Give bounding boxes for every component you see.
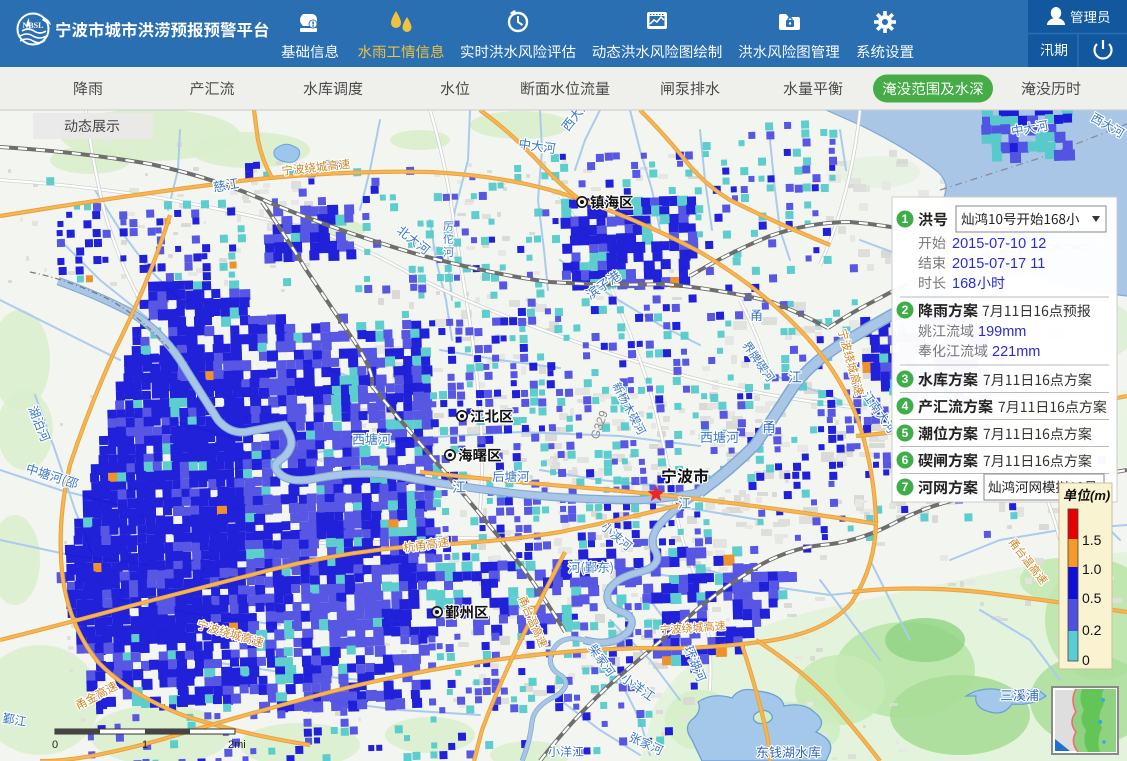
svg-text:0: 0 xyxy=(52,739,58,751)
svg-text:1.0: 1.0 xyxy=(1082,561,1102,577)
svg-text:2mi: 2mi xyxy=(228,739,246,751)
svg-text:221mm: 221mm xyxy=(992,344,1040,360)
svg-text:4: 4 xyxy=(902,399,909,413)
svg-text:168: 168 xyxy=(952,276,976,292)
svg-text:0: 0 xyxy=(1082,652,1090,668)
svg-text:1.5: 1.5 xyxy=(1082,532,1102,548)
svg-text:0.2: 0.2 xyxy=(1082,622,1102,638)
svg-text:2: 2 xyxy=(902,303,909,317)
svg-text:(m): (m) xyxy=(1090,488,1110,503)
svg-text:NBSL: NBSL xyxy=(23,21,44,30)
svg-text:1: 1 xyxy=(902,212,909,226)
svg-text:2015-07-10 12: 2015-07-10 12 xyxy=(952,236,1046,252)
svg-text:199mm: 199mm xyxy=(978,324,1026,340)
svg-text:0.5: 0.5 xyxy=(1082,590,1102,606)
svg-text:3: 3 xyxy=(902,372,909,386)
svg-text:7: 7 xyxy=(902,480,909,494)
svg-text:6: 6 xyxy=(902,453,909,467)
svg-text:2015-07-17 11: 2015-07-17 11 xyxy=(952,256,1045,272)
svg-text:1: 1 xyxy=(142,739,148,751)
svg-text:5: 5 xyxy=(902,426,909,440)
